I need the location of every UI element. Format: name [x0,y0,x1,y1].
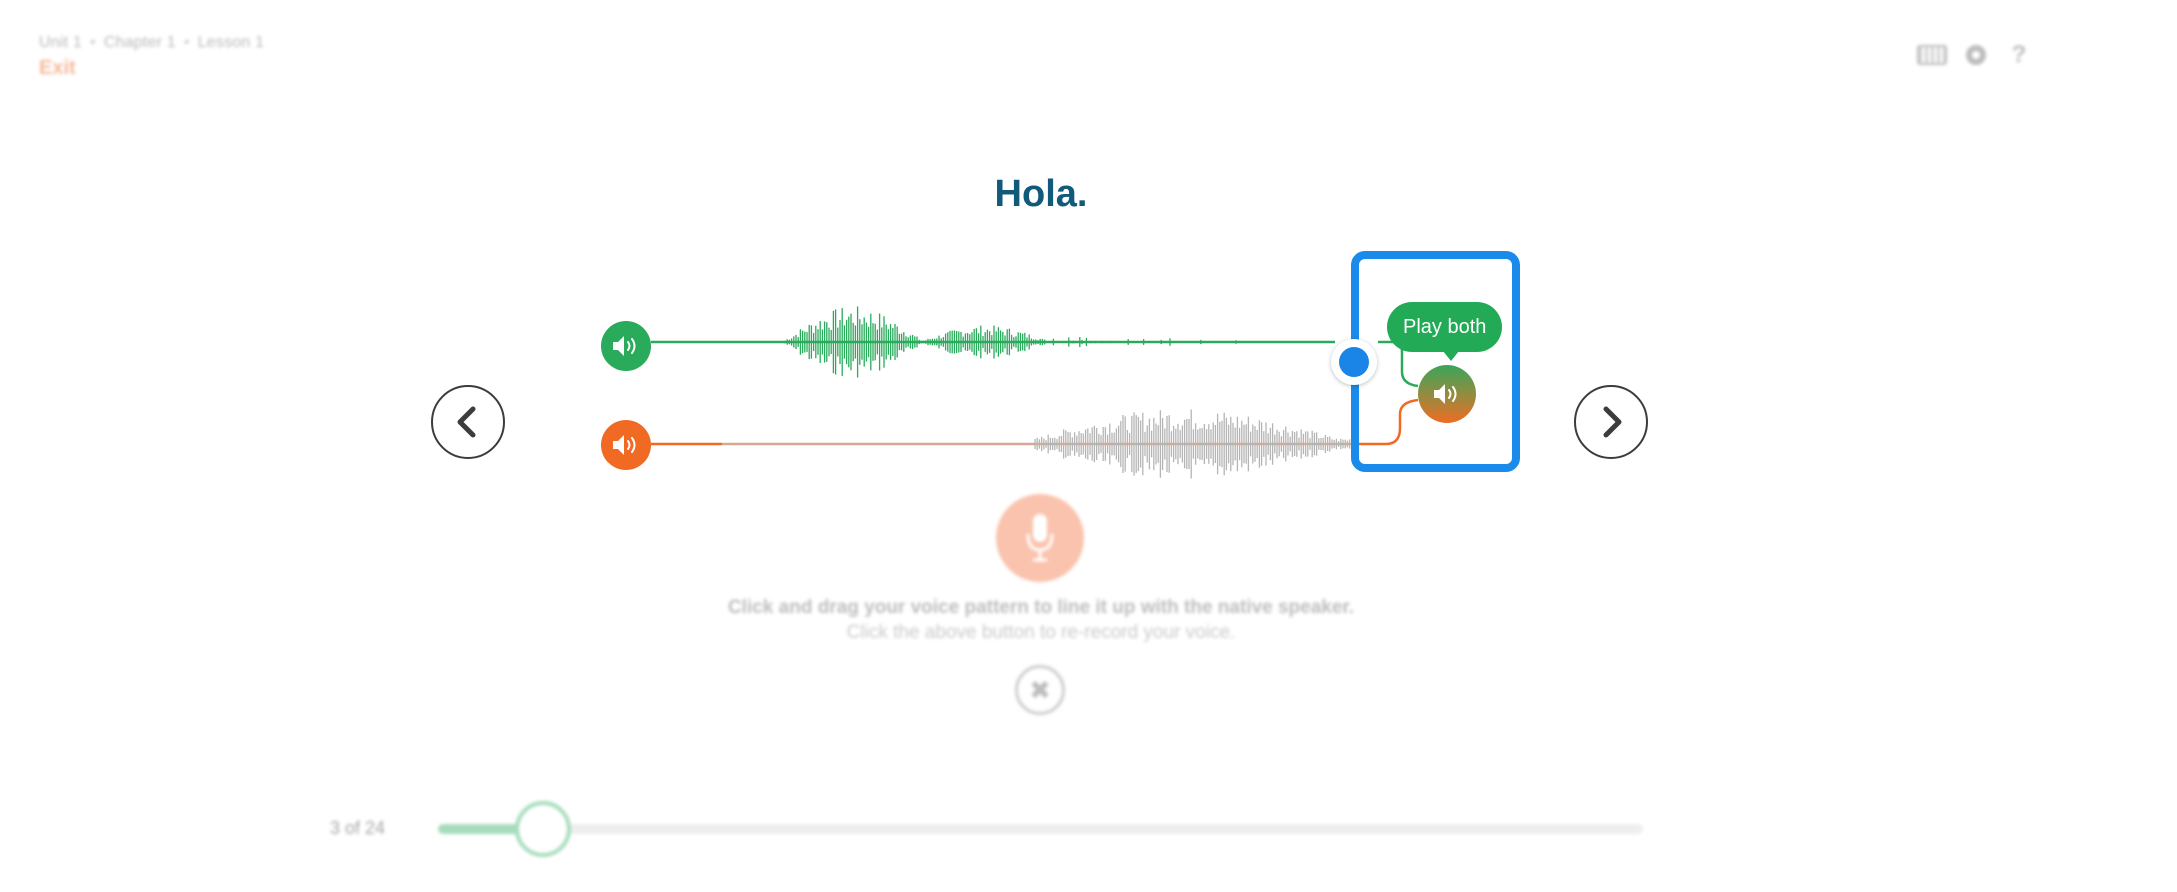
user-audio-button[interactable] [601,420,651,470]
sub-instruction-text: Click the above button to re-record your… [846,622,1236,643]
progress-label: 3 of 24 [330,818,386,838]
progress-slider[interactable] [438,801,1643,857]
progress-thumb[interactable] [514,801,571,857]
microphone-icon [1026,514,1054,562]
speaker-icon [1434,384,1457,404]
instruction-text: Click and drag your voice pattern to lin… [727,597,1355,618]
alignment-drag-handle[interactable] [1331,339,1377,385]
play-both-tooltip: Play both [1387,302,1503,361]
close-icon[interactable]: ✖ [1015,665,1065,715]
speaker-icon [613,336,636,356]
play-both-button[interactable] [1418,365,1476,423]
speaker-icon [613,435,636,455]
record-button[interactable] [996,494,1084,582]
native-audio-button[interactable] [601,321,651,371]
waveform-area [651,306,1419,479]
